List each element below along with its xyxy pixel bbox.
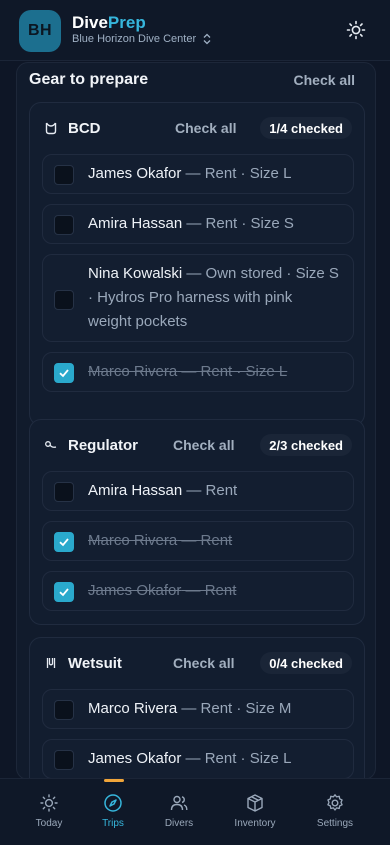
nav-label: Settings [316, 818, 354, 829]
item-checkbox[interactable] [54, 750, 74, 770]
dive-center-name: Blue Horizon Dive Center [72, 33, 197, 45]
gear-item-meta: — Rent [182, 482, 238, 499]
group-check-all-button[interactable]: Check all [173, 655, 234, 671]
nav-tab-settings[interactable]: Settings [305, 793, 365, 829]
dive-center-switcher[interactable]: Blue Horizon Dive Center [72, 33, 212, 45]
nav-label: Trips [102, 818, 124, 829]
checked-count-badge: 2/3 checked [260, 434, 352, 456]
diver-name: Nina Kowalski [88, 265, 183, 282]
diver-name: James Okafor [88, 750, 182, 767]
gear-item[interactable]: James Okafor — Rent [42, 571, 354, 611]
gear-group-header: Regulator Check all 2/3 checked [30, 420, 364, 468]
checkmark-icon [59, 538, 69, 547]
gear-item-meta: — Rent · Size S [182, 215, 294, 232]
gear-group-regulator: Regulator Check all 2/3 checked Amira Ha… [29, 419, 365, 625]
people-icon [170, 795, 188, 811]
gear-group-title: Wetsuit [68, 655, 122, 672]
bottom-nav: Today Trips Divers Inventory Settings [0, 778, 390, 845]
gear-group-wetsuit: Wetsuit Check all 0/4 checked Marco Rive… [29, 637, 365, 779]
gear-item-text: Nina Kowalski — Own stored · Size S · Hy… [88, 262, 339, 334]
gear-group-title: Regulator [68, 437, 139, 454]
gear-item-text: Marco Rivera — Rent · Size L [88, 360, 339, 384]
item-checkbox[interactable] [54, 700, 74, 720]
dive-center-avatar[interactable]: BH [19, 10, 61, 52]
nav-tab-trips[interactable]: Trips [83, 793, 143, 829]
checkmark-icon [59, 369, 69, 378]
app-header: BH DivePrep Blue Horizon Dive Center [0, 0, 390, 61]
gear-item-text: Marco Rivera — Rent [88, 529, 339, 553]
checked-count-badge: 1/4 checked [260, 117, 352, 139]
item-checkbox[interactable] [54, 215, 74, 235]
diver-name: Amira Hassan [88, 215, 183, 232]
diver-name: Marco Rivera [88, 363, 178, 380]
gear-item-text: James Okafor — Rent · Size L [88, 747, 339, 771]
gear-item[interactable]: James Okafor — Rent · Size L [42, 154, 354, 194]
compass-icon [104, 794, 122, 812]
item-checkbox-checked[interactable] [54, 582, 74, 602]
gear-item-meta: — Rent · Size L [177, 363, 288, 380]
gear-group-header: Wetsuit Check all 0/4 checked [30, 638, 364, 686]
box-icon [247, 794, 263, 812]
chevron-up-down-icon [203, 33, 211, 45]
avatar-initials: BH [27, 22, 53, 39]
checked-count-badge: 0/4 checked [260, 652, 352, 674]
checkmark-icon [59, 588, 69, 597]
gear-icon [327, 794, 343, 811]
theme-toggle-button[interactable] [344, 18, 368, 42]
gear-item[interactable]: Amira Hassan — Rent · Size S [42, 204, 354, 244]
regulator-icon [45, 441, 57, 448]
wetsuit-icon [46, 658, 56, 668]
sun-icon [346, 20, 366, 40]
gear-item-text: James Okafor — Rent [88, 579, 339, 603]
group-check-all-button[interactable]: Check all [175, 120, 236, 136]
gear-item-text: Amira Hassan — Rent [88, 479, 339, 503]
gear-item-meta: — Rent · Size L [181, 165, 292, 182]
gear-group-header: BCD Check all 1/4 checked [30, 103, 364, 151]
nav-label: Today [35, 818, 63, 829]
gear-panel-title: Gear to prepare [29, 71, 149, 88]
diver-name: James Okafor [88, 582, 182, 599]
diver-name: James Okafor [88, 165, 182, 182]
gear-item[interactable]: Marco Rivera — Rent · Size M [42, 689, 354, 729]
item-checkbox[interactable] [54, 290, 74, 310]
gear-item-meta: — Rent [177, 532, 233, 549]
gear-item[interactable]: Marco Rivera — Rent [42, 521, 354, 561]
gear-item[interactable]: Marco Rivera — Rent · Size L [42, 352, 354, 392]
group-check-all-button[interactable]: Check all [173, 437, 234, 453]
nav-label: Divers [164, 818, 194, 829]
gear-item[interactable]: James Okafor — Rent · Size L [42, 739, 354, 779]
gear-panel-header: Gear to prepare Check all [29, 71, 363, 91]
diver-name: Marco Rivera [88, 700, 178, 717]
app-title: DivePrep [72, 13, 146, 33]
item-checkbox[interactable] [54, 165, 74, 185]
gear-item-meta: — Rent · Size M [177, 700, 292, 717]
gear-group-title: BCD [68, 120, 101, 137]
brand-part-2: Prep [107, 13, 146, 32]
gear-item-text: Marco Rivera — Rent · Size M [88, 697, 339, 721]
nav-tab-divers[interactable]: Divers [149, 793, 209, 829]
diver-name: Marco Rivera [88, 532, 178, 549]
active-tab-indicator [104, 779, 124, 782]
nav-tab-today[interactable]: Today [19, 793, 79, 829]
item-checkbox[interactable] [54, 482, 74, 502]
diver-name: Amira Hassan [88, 482, 183, 499]
item-checkbox-checked[interactable] [54, 363, 74, 383]
item-checkbox-checked[interactable] [54, 532, 74, 552]
gear-item-meta: — Rent [181, 582, 237, 599]
gear-panel: Gear to prepare Check all BCD Check all … [16, 62, 376, 780]
gear-item-meta: — Rent · Size L [181, 750, 292, 767]
brand-part-1: Dive [72, 13, 108, 32]
gear-item-text: Amira Hassan — Rent · Size S [88, 212, 339, 236]
gear-item-text: James Okafor — Rent · Size L [88, 162, 339, 186]
nav-label: Inventory [234, 818, 276, 829]
sun-icon [40, 794, 58, 812]
gear-item[interactable]: Nina Kowalski — Own stored · Size S · Hy… [42, 254, 354, 342]
bcd-vest-icon [45, 122, 57, 135]
nav-tab-inventory[interactable]: Inventory [225, 793, 285, 829]
check-all-gear-button[interactable]: Check all [294, 72, 355, 88]
gear-item[interactable]: Amira Hassan — Rent [42, 471, 354, 511]
gear-group-bcd: BCD Check all 1/4 checked James Okafor —… [29, 102, 365, 426]
